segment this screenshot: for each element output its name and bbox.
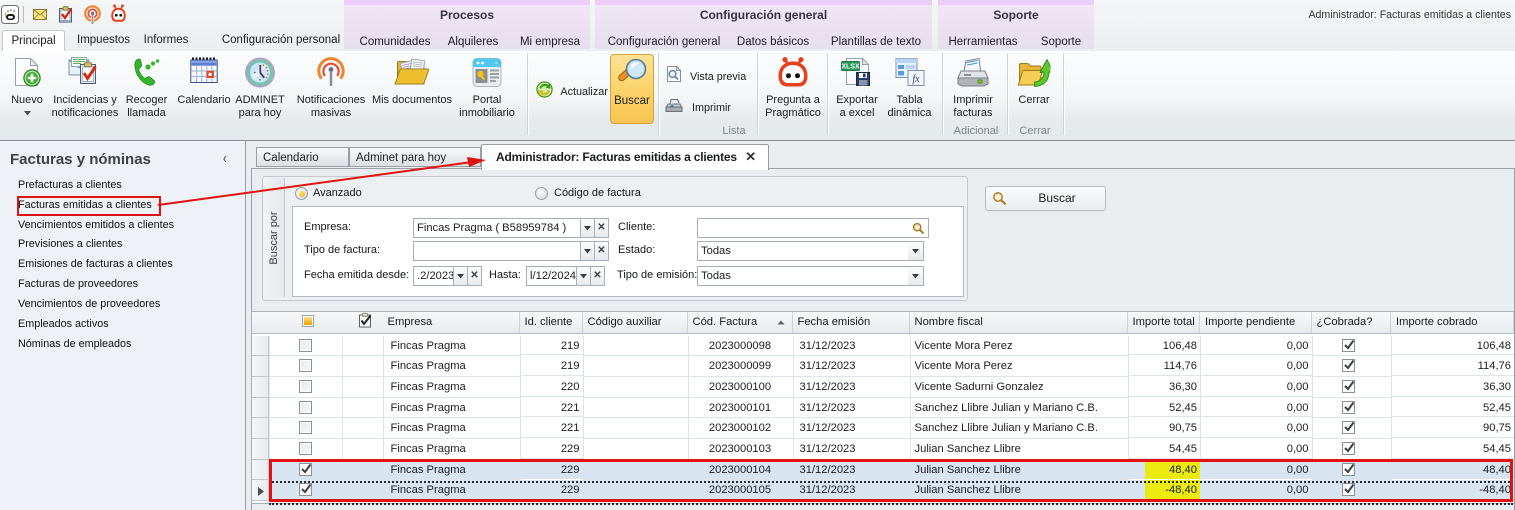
svg-text:fx: fx (912, 74, 920, 85)
svg-text:XLSX: XLSX (841, 64, 860, 71)
